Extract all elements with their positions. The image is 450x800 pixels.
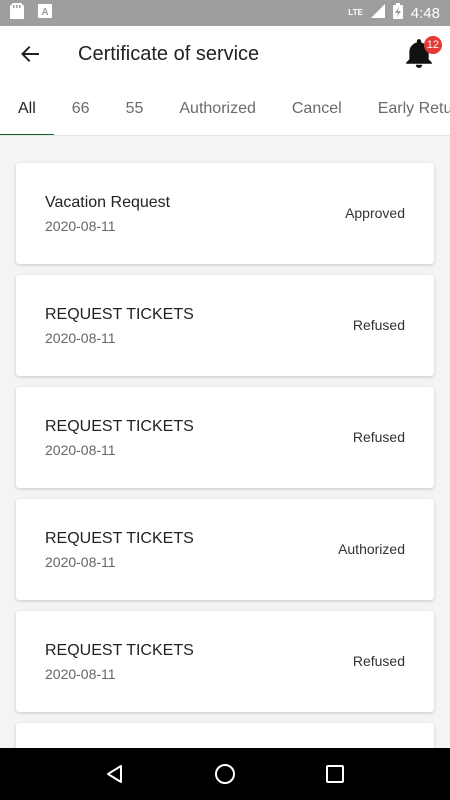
request-card[interactable] <box>16 723 434 748</box>
svg-text:A: A <box>41 7 48 18</box>
request-status: Approved <box>345 205 405 221</box>
filter-tabs: All 66 55 Authorized Cancel Early Return <box>0 82 450 136</box>
request-title: Vacation Request <box>45 194 171 211</box>
lte-label: LTE <box>348 8 363 17</box>
clock: 4:48 <box>410 4 440 22</box>
request-title: REQUEST TICKETS <box>45 642 194 659</box>
tab-66[interactable]: 66 <box>54 82 108 135</box>
battery-charging-icon <box>392 2 403 24</box>
request-status: Refused <box>352 653 405 669</box>
tab-early-return[interactable]: Early Return <box>360 82 450 135</box>
arrow-back-icon <box>21 46 39 62</box>
request-status: Refused <box>352 429 405 445</box>
request-date: 2020-08-11 <box>45 218 116 234</box>
request-date: 2020-08-11 <box>45 666 116 682</box>
request-date: 2020-08-11 <box>45 330 116 346</box>
sd-card-icon <box>10 2 24 24</box>
request-status: Refused <box>352 317 405 333</box>
notifications-button[interactable]: 12 <box>406 36 442 68</box>
request-date: 2020-08-11 <box>45 442 116 458</box>
request-title: REQUEST TICKETS <box>45 530 194 547</box>
signal-icon <box>370 3 385 23</box>
request-title: REQUEST TICKETS <box>45 306 194 323</box>
circle-home-icon <box>215 764 235 784</box>
tab-cancel[interactable]: Cancel <box>274 82 360 135</box>
page-title: Certificate of service <box>78 42 260 65</box>
request-title: REQUEST TICKETS <box>45 418 194 435</box>
nav-back-button[interactable] <box>95 754 135 794</box>
system-nav-bar <box>0 748 450 800</box>
tab-55[interactable]: 55 <box>108 82 162 135</box>
request-list: Vacation Request 2020-08-11 Approved REQ… <box>0 136 450 748</box>
request-date: 2020-08-11 <box>45 554 116 570</box>
back-button[interactable] <box>0 26 60 82</box>
nav-recents-button[interactable] <box>315 754 355 794</box>
request-card[interactable]: REQUEST TICKETS 2020-08-11 Refused <box>16 611 434 712</box>
triangle-back-icon <box>107 765 122 783</box>
request-card[interactable]: REQUEST TICKETS 2020-08-11 Refused <box>16 275 434 376</box>
request-card[interactable]: REQUEST TICKETS 2020-08-11 Refused <box>16 387 434 488</box>
nav-home-button[interactable] <box>205 754 245 794</box>
request-status: Authorized <box>338 541 405 557</box>
font-app-icon: A <box>38 3 52 23</box>
request-card[interactable]: REQUEST TICKETS 2020-08-11 Authorized <box>16 499 434 600</box>
tab-authorized[interactable]: Authorized <box>161 82 274 135</box>
app-bar: Certificate of service 12 <box>0 26 450 82</box>
tab-all[interactable]: All <box>0 82 54 135</box>
request-card[interactable]: Vacation Request 2020-08-11 Approved <box>16 163 434 264</box>
status-bar: A LTE 4:48 <box>0 0 450 26</box>
notification-badge: 12 <box>423 36 442 54</box>
square-recents-icon <box>326 765 344 783</box>
